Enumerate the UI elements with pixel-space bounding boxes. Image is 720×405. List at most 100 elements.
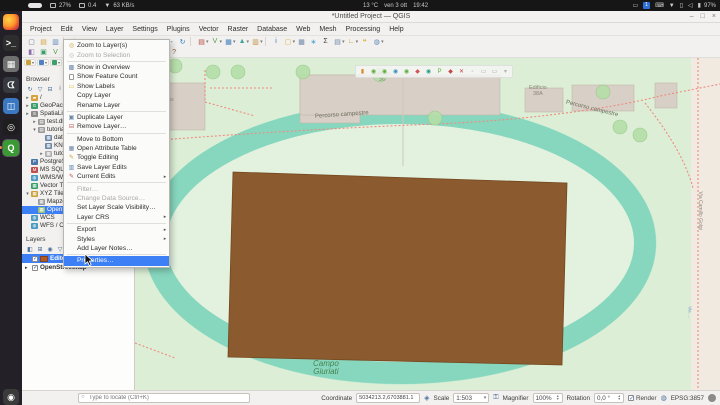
layer-visibility-checkbox[interactable] [32, 265, 38, 271]
raster-histogram-button[interactable]: ▮ [358, 67, 367, 76]
dock-icon-discord[interactable]: ᗧ [3, 77, 19, 93]
messages-icon[interactable] [708, 394, 716, 402]
crs-value[interactable]: EPSG:3857 [671, 395, 704, 402]
help-contents-button[interactable]: ? [169, 47, 180, 57]
open-data-source-manager-dropdown[interactable]: ▾ [206, 39, 209, 45]
maximize-button[interactable]: □ [701, 13, 705, 20]
dock-icon-obs-studio[interactable]: ◎ [3, 119, 19, 135]
measure-dropdown[interactable]: ▾ [356, 39, 359, 45]
dock-icon-screenshot-tool[interactable]: ◉ [3, 389, 19, 405]
layer-visibility-checkbox[interactable] [32, 256, 38, 262]
menu-item-zoom-to-layer-s[interactable]: ◎Zoom to Layer(s) [64, 41, 169, 50]
open-project-button[interactable]: ▤ [38, 37, 49, 47]
menu-item-duplicate-layer[interactable]: ▣Duplicate Layer [64, 113, 169, 122]
title-bar[interactable]: *Untitled Project — QGIS –□× [22, 11, 720, 23]
map-canvas[interactable]: Masterclass areaEdificio 36Edificio 38AP… [135, 58, 720, 390]
minimize-button[interactable]: – [690, 13, 694, 20]
expander-icon[interactable]: ▸ [24, 110, 31, 118]
magnifier-spin[interactable]: 100%▲▼ [533, 393, 563, 403]
more-tools-button[interactable]: ▾ [501, 67, 510, 76]
menu-item-rename-layer[interactable]: Rename Layer [64, 100, 169, 109]
lock-scale-icon[interactable]: ⚿ [493, 394, 498, 402]
select-features-dropdown[interactable]: ▾ [293, 39, 296, 45]
menu-raster[interactable]: Raster [224, 25, 253, 34]
coordinate-input[interactable]: 5034213.2,6703881.1 [356, 393, 420, 403]
menu-item-remove-layer[interactable]: ⊟Remove Layer… [64, 122, 169, 131]
menu-item-copy-layer[interactable]: Copy Layer [64, 91, 169, 100]
dock-icon-terminal[interactable]: >_ [3, 35, 19, 51]
menu-edit[interactable]: Edit [57, 25, 77, 34]
digitize-circle-button[interactable]: ◉ [402, 67, 411, 76]
menu-item-set-layer-scale-visibility[interactable]: Set Layer Scale Visibility… [64, 203, 169, 212]
menu-help[interactable]: Help [385, 25, 407, 34]
open-attribute-table-button[interactable]: ▦ [296, 37, 307, 47]
style-manager-button[interactable]: ◧ [26, 47, 37, 57]
digitize-polygon-button[interactable]: ◉ [391, 67, 400, 76]
menu-item-layer-crs[interactable]: Layer CRS▸ [64, 213, 169, 222]
map-tips-button[interactable]: ❝ [359, 37, 370, 47]
menu-mesh[interactable]: Mesh [315, 25, 340, 34]
expander-icon[interactable]: ▾ [31, 126, 38, 134]
dock-icon-firefox[interactable] [3, 14, 19, 30]
menu-item-styles[interactable]: Styles▸ [64, 234, 169, 243]
crs-globe-icon[interactable]: ◍ [661, 394, 667, 402]
menu-item-current-edits[interactable]: ✎Current Edits▸ [64, 172, 169, 181]
digitize-line-button[interactable]: ◉ [380, 67, 389, 76]
menu-item-properties[interactable]: Properties… [64, 256, 169, 265]
menu-item-add-layer-notes[interactable]: Add Layer Notes… [64, 244, 169, 253]
browser-tool-1[interactable]: ↻ [26, 85, 34, 93]
delete-feature-button[interactable]: ✕ [457, 67, 466, 76]
render-toggle[interactable]: Render [628, 395, 657, 402]
network-speed-indicator[interactable]: ▼63 KB/s [104, 3, 134, 9]
dock-icon-qgis[interactable]: Q [3, 140, 19, 156]
menu-item-open-attribute-table[interactable]: ▦Open Attribute Table [64, 144, 169, 153]
new-project-button[interactable]: ▢ [26, 37, 37, 47]
layout-manager-dropdown[interactable]: ▾ [342, 39, 345, 45]
menu-plugins[interactable]: Plugins [163, 25, 194, 34]
browser-tool-3[interactable]: ⊟ [46, 85, 54, 93]
menu-database[interactable]: Database [253, 25, 291, 34]
digitize-regular-button[interactable]: P [435, 67, 444, 76]
add-vector-layer-dropdown[interactable]: ▾ [220, 39, 223, 45]
expander-icon[interactable]: ▾ [24, 190, 31, 198]
battery-right-indicator[interactable]: ▮97% [698, 2, 716, 9]
field-calculator-button[interactable]: ∗ [308, 37, 319, 47]
menu-item-show-feature-count[interactable]: Show Feature Count [64, 72, 169, 81]
extents-icon[interactable]: ◈ [424, 394, 429, 402]
vertex-tool-button[interactable]: ◆ [413, 67, 422, 76]
digitize-ellipse-button[interactable]: ◉ [424, 67, 433, 76]
clock-area[interactable]: 13 °C ven 3 ott 19:42 [363, 3, 428, 9]
menu-item-move-to-bottom[interactable]: Move to Bottom [64, 135, 169, 144]
scale-combo[interactable]: 1:503▾ [453, 393, 489, 403]
layers-tool-1[interactable]: ◧ [26, 245, 34, 253]
menu-layer[interactable]: Layer [102, 25, 128, 34]
menu-item-show-in-overview[interactable]: ▩Show in Overview [64, 63, 169, 72]
battery-tray-icon[interactable]: ▯ [680, 2, 683, 9]
split-feature-button[interactable]: ▭ [490, 67, 499, 76]
new-geopackage-layer-button[interactable]: ▣ [38, 47, 49, 57]
cpu-load-indicator[interactable]: 0.4 [79, 3, 96, 9]
reshape-button[interactable]: ▭ [479, 67, 488, 76]
expander-icon[interactable]: ▸ [24, 94, 31, 102]
add-mesh-layer-dropdown[interactable]: ▾ [247, 39, 250, 45]
dock-icon-remmina[interactable]: ◫ [3, 98, 19, 114]
render-checkbox[interactable] [628, 395, 634, 401]
expander-icon[interactable]: ▸ [31, 118, 38, 126]
menu-item-export[interactable]: Export▸ [64, 225, 169, 234]
refresh-map-button[interactable]: ↻ [177, 37, 188, 47]
battery-indicator[interactable]: 27% [50, 3, 71, 9]
workspace-badge[interactable]: 1 [643, 2, 650, 9]
close-button[interactable]: × [712, 13, 716, 20]
new-shapefile-layer-button[interactable]: V [50, 47, 61, 57]
input-method-icon[interactable]: ⌨ [655, 2, 664, 9]
scale-lock-dropdown[interactable]: ▾ [37, 59, 49, 66]
menu-project[interactable]: Project [26, 25, 56, 34]
menu-web[interactable]: Web [292, 25, 314, 34]
locator-input[interactable] [78, 393, 250, 403]
add-text-layer-dropdown[interactable]: ▾ [260, 39, 263, 45]
digitize-point-button[interactable]: ◉ [369, 67, 378, 76]
tracing-dropdown[interactable]: ▾ [50, 59, 62, 66]
rotation-spin[interactable]: 0,0 °▲▼ [594, 393, 624, 403]
statistical-summary-button[interactable]: Σ [320, 37, 331, 47]
layers-tool-3[interactable]: ◉ [46, 245, 54, 253]
